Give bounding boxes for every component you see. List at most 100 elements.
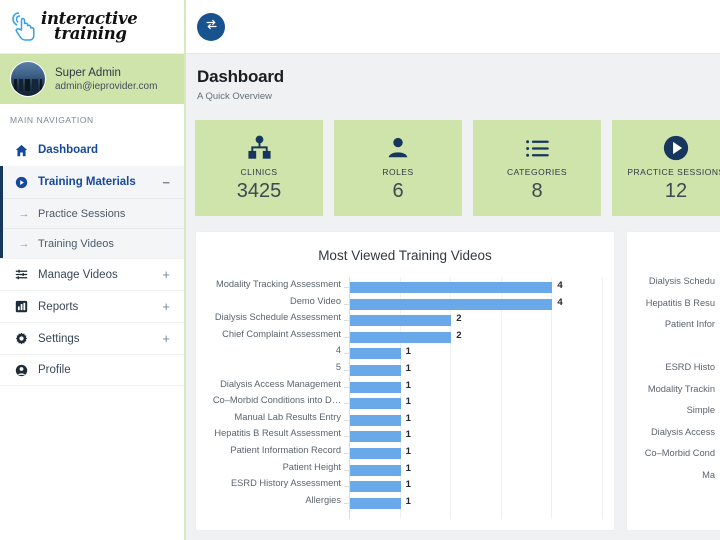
sidebar-subitem-label: Training Videos (38, 237, 114, 250)
chart-axis-tick (344, 403, 349, 405)
chart-bar-row[interactable]: Modality Tracking Assessment 4 (216, 279, 600, 296)
chart-bar[interactable] (350, 282, 553, 293)
sidebar-item-label: Profile (38, 364, 71, 376)
chart-value-label: 1 (405, 346, 411, 358)
chart-bar[interactable] (350, 365, 401, 376)
chart-axis-tick (344, 436, 349, 438)
chart-bar-icon (15, 300, 33, 313)
stat-card-value: 6 (392, 180, 404, 202)
chart-value-label: 1 (405, 446, 411, 457)
chart-bar-row[interactable]: Co–Morbid Conditions into D… 1 (213, 395, 600, 412)
chart-value-label: 1 (405, 479, 411, 491)
chart-gridline (602, 277, 603, 519)
chart-category-label: Chief Complaint Assessment (222, 328, 341, 339)
stat-card-label: CATEGORIES (506, 167, 568, 177)
stat-card-label: ROLES (382, 167, 414, 177)
chart-bar-row[interactable]: Dialysis Access Management 1 (220, 379, 600, 396)
chart-axis-tick (344, 370, 349, 371)
stat-card-clinics[interactable]: CLINICS 3425 (195, 120, 323, 216)
chart-bar[interactable] (350, 348, 401, 360)
home-icon (15, 144, 33, 157)
chart-bar-row[interactable]: Allergies 1 (305, 495, 600, 512)
chart-plot-area: Modality Tracking Assessment 4 Demo Video 4… (213, 277, 603, 519)
chart-value-label: 2 (456, 313, 462, 325)
user-icon (15, 364, 33, 377)
chart-category-label: Patient Information Record (230, 445, 341, 455)
stat-card-practice-sessions[interactable]: PRACTICE SESSIONS 12 (612, 120, 720, 216)
chart-bar[interactable] (350, 481, 401, 493)
chart-category-label: Hepatitis B Result Assessment (214, 428, 341, 439)
chart-bar-row[interactable]: Patient Information Record 1 (230, 445, 600, 462)
chart-bar-row[interactable]: Manual Lab Results Entry 1 (235, 412, 600, 429)
chart-category-label: Co–Morbid Cond (644, 448, 715, 458)
chart-bar-row[interactable]: Dialysis Schedule Assessment 2 (215, 312, 600, 329)
chart-category-label: Demo Video (290, 295, 341, 306)
chart-category-label: Co–Morbid Conditions into D… (212, 395, 341, 406)
chart-value-label: 1 (405, 412, 411, 424)
gear-icon (15, 332, 33, 345)
sidebar-item-profile[interactable]: Profile (0, 354, 184, 386)
stat-card-roles[interactable]: ROLES 6 (334, 120, 462, 216)
play-circle-icon (15, 176, 33, 189)
chart-value-label: 1 (405, 462, 411, 474)
chart-axis-tick (344, 353, 349, 355)
user-name: Super Admin (55, 66, 121, 79)
chart-bar[interactable] (350, 431, 401, 443)
chart-value-label: 1 (405, 379, 411, 391)
sidebar-item-label: Manage Videos (38, 268, 118, 281)
sidebar-item-reports[interactable]: Reports + (0, 290, 184, 322)
sidebar-toggle-button[interactable] (197, 12, 225, 41)
sidebar-item-dashboard[interactable]: Dashboard (0, 134, 184, 166)
chart-bar-row[interactable]: ESRD History Assessment 1 (231, 478, 600, 495)
expand-toggle-icon[interactable]: + (162, 267, 170, 282)
sidebar-subitem-label: Practice Sessions (38, 207, 126, 220)
sidebar-item-label: Settings (38, 332, 80, 345)
sidebar-item-label: Training Materials (38, 176, 136, 188)
chart-bar-row[interactable]: 41 (336, 345, 600, 362)
chart-bar-row[interactable]: 51 (336, 362, 600, 379)
sidebar-item-practice-sessions[interactable]: → Practice Sessions (3, 198, 184, 228)
stat-card-value: 3425 (236, 180, 282, 202)
chart-bar[interactable] (350, 398, 401, 410)
app-logo[interactable]: interactive training (0, 0, 184, 54)
sliders-icon (15, 268, 33, 281)
chart-bar-row[interactable]: Hepatitis B Result Assessment 1 (214, 428, 600, 445)
chart-panel-secondary: Dialysis Schedu Hepatitis B Resu Patient I… (626, 231, 720, 531)
stat-card-label: PRACTICE SESSIONS (627, 167, 720, 177)
chart-bar[interactable] (350, 414, 401, 426)
chart-bar[interactable] (350, 331, 452, 343)
topbar (186, 0, 720, 54)
chart-category-label: Modality Trackin (647, 383, 715, 394)
chart-category-label: ESRD History Assessment (230, 478, 341, 489)
chart-category-label: Simple (686, 405, 715, 415)
main-content: Dashboard A Quick Overview CLINICS 3425 (186, 0, 720, 540)
play-circle-icon (662, 131, 690, 165)
logo-wordmark: interactive training (41, 10, 138, 43)
chart-bar-row[interactable]: Patient Height 1 (283, 462, 600, 479)
user-panel[interactable]: Super Admin admin@ieprovider.com (0, 54, 184, 104)
chart-value-label: 1 (405, 363, 411, 374)
chart-bar[interactable] (350, 448, 401, 459)
chart-axis-tick (344, 486, 349, 488)
chart-bar[interactable] (350, 298, 553, 310)
chart-axis-tick (344, 502, 349, 504)
sidebar-item-label: Dashboard (38, 144, 99, 156)
sidebar-item-training-videos[interactable]: → Training Videos (3, 228, 184, 258)
chart-bar[interactable] (350, 497, 401, 509)
sidebar-item-manage-videos[interactable]: Manage Videos + (0, 258, 184, 290)
stat-card-categories[interactable]: CATEGORIES 8 (473, 120, 601, 216)
collapse-toggle-icon[interactable]: − (162, 175, 170, 190)
chart-axis-tick (344, 419, 349, 421)
sidebar-item-settings[interactable]: Settings + (0, 322, 184, 354)
chart-value-label: 4 (557, 280, 563, 291)
chart-bar-row[interactable]: Demo Video 4 (290, 296, 600, 313)
chart-bar-row[interactable]: Chief Complaint Assessment 2 (222, 329, 600, 346)
expand-toggle-icon[interactable]: + (162, 299, 170, 314)
chart-bar[interactable] (350, 381, 401, 393)
stat-cards: CLINICS 3425 ROLES 6 CATEGORIES 8 PRACTI… (186, 102, 720, 216)
sidebar-item-training-materials[interactable]: Training Materials − (3, 166, 184, 198)
chart-bar[interactable] (350, 315, 452, 327)
chart-bar[interactable] (350, 464, 401, 476)
expand-toggle-icon[interactable]: + (162, 331, 170, 346)
chart-category-label: Ma (702, 469, 715, 480)
